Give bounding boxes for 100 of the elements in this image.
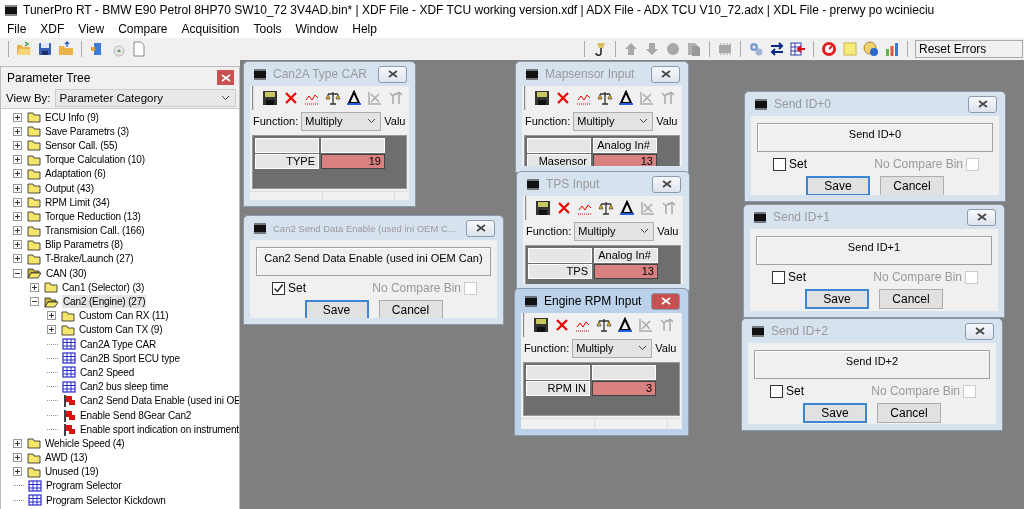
delete-icon[interactable]	[555, 90, 571, 106]
tree-item[interactable]: Enable sport indication on instrument	[79, 422, 239, 436]
expand-icon[interactable]	[13, 169, 22, 179]
delete-icon[interactable]	[556, 200, 572, 216]
window-title: Send ID+1	[773, 210, 831, 224]
probe-icon[interactable]	[592, 41, 608, 57]
menu-item[interactable]: File	[0, 22, 34, 36]
expand-icon[interactable]	[13, 240, 22, 250]
folder-icon	[27, 238, 41, 251]
expand-icon[interactable]	[13, 467, 22, 477]
tree-item[interactable]: Can2A Type CAR	[79, 337, 158, 351]
tree-item[interactable]: Can1 (Selector) (3)	[61, 280, 146, 294]
expand-icon[interactable]	[13, 140, 22, 150]
triangle-icon[interactable]	[346, 90, 362, 106]
tree-item[interactable]: Program Selector Kickdown	[45, 493, 167, 507]
save-icon[interactable]	[262, 90, 278, 106]
tree-item[interactable]: CAN (30)	[45, 266, 88, 280]
menu-item[interactable]: Help	[345, 22, 384, 36]
close-icon	[660, 297, 671, 305]
tree-item[interactable]: Sensor Call. (55)	[44, 138, 119, 152]
chevron-icon	[221, 95, 230, 101]
folder-icon	[27, 210, 41, 223]
tree-item[interactable]: Can2 Speed	[79, 365, 136, 379]
scale-icon[interactable]	[598, 200, 614, 216]
dial-icon[interactable]	[821, 41, 837, 57]
save-icon[interactable]	[534, 90, 550, 106]
triangle-icon[interactable]	[619, 200, 635, 216]
function-select[interactable]: Multiply	[572, 338, 653, 358]
corner-cell	[527, 138, 591, 153]
menu-item[interactable]: Tools	[246, 22, 289, 36]
chip-icon	[524, 67, 540, 81]
menu-item[interactable]: View	[71, 22, 112, 36]
tree-item[interactable]: AWD (13)	[44, 451, 89, 465]
tree-item[interactable]: Program Selector	[45, 479, 123, 493]
tree-item[interactable]: Can2 bus sleep time	[79, 380, 170, 394]
tree-item[interactable]: Save Parametrs (3)	[44, 124, 130, 138]
view-by-select[interactable]: Parameter Category	[54, 89, 236, 107]
expand-icon[interactable]	[13, 126, 22, 136]
clock-icon[interactable]	[863, 41, 879, 57]
triangle-icon[interactable]	[617, 317, 633, 333]
tree-item[interactable]: Torque Reduction (13)	[44, 209, 142, 223]
tree-item[interactable]: Blip Parametrs (8)	[44, 238, 124, 252]
expand-icon[interactable]	[30, 282, 39, 292]
expand-icon[interactable]	[13, 453, 22, 463]
menu-item[interactable]: Compare	[111, 22, 175, 36]
tree-item[interactable]: ECU Info (9)	[44, 110, 100, 124]
collapse-icon[interactable]	[13, 268, 22, 278]
tree-item[interactable]: Torque Calculation (10)	[44, 153, 146, 167]
expand-icon[interactable]	[47, 311, 56, 321]
tree-item[interactable]: T-Brake/Launch (27)	[44, 252, 135, 266]
scale-icon[interactable]	[325, 90, 341, 106]
folder-icon	[27, 465, 41, 478]
expand-icon[interactable]	[13, 226, 22, 236]
reset-errors-select[interactable]: Reset Errors	[915, 40, 1023, 58]
expand-icon[interactable]	[47, 325, 56, 335]
delete-icon[interactable]	[554, 317, 570, 333]
tree-item[interactable]: Unused (19)	[44, 465, 100, 479]
function-label: Function:	[525, 115, 571, 127]
save-icon[interactable]	[533, 317, 549, 333]
folder-icon	[27, 153, 41, 166]
tree-item[interactable]: Can2B Sport ECU type	[79, 351, 181, 365]
triangle-icon[interactable]	[618, 90, 634, 106]
folder-icon	[27, 182, 41, 195]
swap-icon[interactable]	[769, 41, 785, 57]
close-button[interactable]	[217, 70, 234, 85]
tree-item[interactable]: Custom Can RX (11)	[78, 309, 170, 323]
expand-icon[interactable]	[13, 211, 22, 221]
folder-icon	[27, 451, 41, 464]
flag-icon	[62, 394, 76, 408]
scale-icon[interactable]	[596, 317, 612, 333]
tree-item[interactable]: Can2 (Engine) (27)	[62, 295, 147, 309]
expand-icon[interactable]	[13, 197, 22, 207]
expand-icon[interactable]	[13, 254, 22, 264]
chevron-icon	[367, 118, 377, 124]
tree-item[interactable]: Adaptation (6)	[44, 167, 107, 181]
tree-item[interactable]: Custom Can TX (9)	[78, 323, 164, 337]
tree-item[interactable]: Output (43)	[44, 181, 95, 195]
save-icon[interactable]	[535, 200, 551, 216]
table-icon	[62, 338, 76, 351]
expand-icon[interactable]	[13, 183, 22, 193]
tree-item[interactable]: RPM Limit (34)	[44, 195, 111, 209]
column-header: Analog In#	[593, 138, 657, 153]
folder-icon[interactable]	[58, 41, 74, 57]
tree-item[interactable]: Enable Send 8Gear Can2	[79, 408, 193, 422]
bar-chart-icon[interactable]	[884, 41, 900, 57]
expand-icon[interactable]	[13, 438, 22, 448]
menu-item[interactable]: XDF	[33, 22, 72, 36]
table-icon[interactable]	[790, 41, 806, 57]
save-icon[interactable]	[37, 41, 53, 57]
expand-icon[interactable]	[13, 112, 22, 122]
collapse-icon[interactable]	[30, 297, 39, 307]
menu-item[interactable]: Acquisition	[174, 22, 247, 36]
tree-item[interactable]: Transmision Call. (166)	[44, 224, 146, 238]
expand-icon[interactable]	[13, 155, 22, 165]
close-button[interactable]	[651, 292, 680, 310]
tree-item[interactable]: Wehicle Speed (4)	[44, 436, 126, 450]
menu-item[interactable]: Window	[288, 22, 346, 36]
delete-icon[interactable]	[283, 90, 299, 106]
value-cell: 3	[592, 381, 656, 396]
scale-icon[interactable]	[597, 90, 613, 106]
